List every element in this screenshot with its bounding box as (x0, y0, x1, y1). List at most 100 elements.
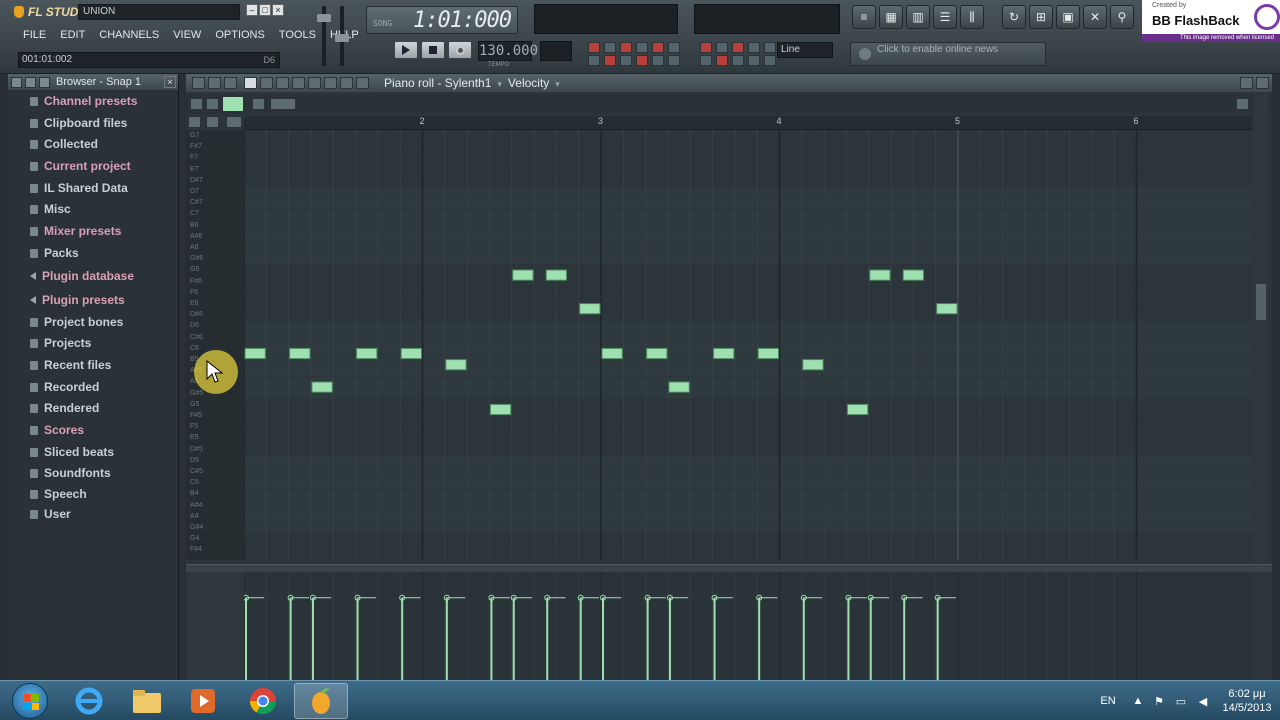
note-names-icon[interactable] (226, 116, 242, 128)
browser-item[interactable]: Speech (30, 485, 87, 503)
draw-tool-icon[interactable] (244, 77, 257, 89)
browser-item[interactable]: Packs (30, 244, 79, 262)
arrow-left-icon[interactable] (252, 98, 265, 110)
plugin-icon[interactable]: ⊞ (1029, 5, 1053, 29)
note[interactable] (869, 269, 891, 281)
play-button[interactable] (394, 41, 418, 59)
menu-options[interactable]: OPTIONS (208, 27, 272, 45)
media-player-taskbar-item[interactable] (176, 683, 230, 719)
option-icon[interactable] (732, 55, 744, 66)
option-icon[interactable] (588, 42, 600, 53)
online-news-panel[interactable]: Click to enable online news (850, 42, 1046, 66)
note-grid[interactable] (244, 130, 1252, 560)
browser-item[interactable]: Plugin presets (30, 291, 125, 309)
fl-studio-taskbar-item[interactable] (294, 683, 348, 719)
volume-icon[interactable]: ◀ (1192, 695, 1214, 708)
detach-icon[interactable] (1240, 77, 1253, 89)
note[interactable] (713, 347, 735, 360)
option-icon[interactable] (764, 42, 776, 53)
menu-view[interactable]: VIEW (166, 27, 208, 45)
note[interactable] (445, 359, 467, 371)
minimize-button[interactable]: – (246, 4, 258, 16)
keyboard-view-icon[interactable] (188, 116, 201, 128)
option-icon[interactable] (668, 42, 680, 53)
clock[interactable]: 6:02 μμ 14/5/2013 (1214, 687, 1280, 715)
snap-selector[interactable]: Line (777, 42, 833, 58)
note[interactable] (757, 347, 779, 360)
browser-menu-icon[interactable] (11, 76, 22, 88)
menu-tools[interactable]: TOOLS (272, 27, 323, 45)
magnet-icon[interactable] (208, 77, 221, 89)
note-grid-canvas[interactable] (244, 130, 1252, 560)
slice-tool-icon[interactable] (308, 77, 321, 89)
record-button[interactable] (448, 41, 472, 59)
browser-item[interactable]: User (30, 505, 71, 523)
option-icon[interactable] (700, 55, 712, 66)
master-pitch-fader[interactable] (335, 6, 349, 66)
browser-item[interactable]: Projects (30, 334, 91, 352)
note[interactable] (601, 347, 623, 360)
browser-item[interactable]: Misc (30, 200, 71, 218)
option-icon[interactable] (620, 55, 632, 66)
note[interactable] (579, 303, 601, 315)
note[interactable] (311, 381, 333, 393)
close-button[interactable]: × (272, 4, 284, 16)
option-icon[interactable] (620, 42, 632, 53)
note[interactable] (802, 359, 824, 371)
chrome-taskbar-item[interactable] (236, 683, 290, 719)
network-icon[interactable]: ▭ (1170, 695, 1192, 708)
tools-icon[interactable]: ✕ (1083, 5, 1107, 29)
step-sequencer-icon[interactable]: ▦ (879, 5, 903, 29)
option-icon[interactable] (668, 55, 680, 66)
option-icon[interactable] (716, 55, 728, 66)
menu-edit[interactable]: EDIT (53, 27, 92, 45)
velocity-pane[interactable] (244, 572, 1252, 680)
piano-keyboard[interactable]: G7 F#7 F7 E7 D#7 D7 C#7 C7 B6 A#6 A6 G#6 G6 F#6 F6 E6 D#… (186, 130, 244, 560)
browser-item[interactable]: IL Shared Data (30, 179, 128, 197)
tempo-display[interactable]: 130.000 (478, 41, 538, 61)
delete-tool-icon[interactable] (276, 77, 289, 89)
master-volume-fader[interactable] (317, 6, 331, 66)
option-icon[interactable] (652, 55, 664, 66)
pattern-selector[interactable] (540, 41, 572, 61)
option-icon[interactable] (604, 55, 616, 66)
close-icon[interactable]: × (164, 76, 176, 88)
scrollbar-thumb[interactable] (1256, 284, 1266, 320)
action-center-icon[interactable]: ⚑ (1148, 695, 1170, 708)
note[interactable] (289, 347, 311, 360)
browser-item[interactable]: Channel presets (30, 92, 137, 110)
maximize-button[interactable]: □ (259, 4, 271, 16)
browser-icon[interactable]: ☰ (933, 5, 957, 29)
browser-item[interactable]: Project bones (30, 313, 123, 331)
search-icon[interactable]: ⚲ (1110, 5, 1134, 29)
note[interactable] (668, 381, 690, 393)
note[interactable] (512, 269, 534, 281)
refresh-icon[interactable]: ↻ (1002, 5, 1026, 29)
internet-explorer-taskbar-item[interactable] (62, 683, 116, 719)
browser-item[interactable]: Soundfonts (30, 464, 111, 482)
paint-tool-icon[interactable] (260, 77, 273, 89)
browser-pin-icon[interactable] (25, 76, 36, 88)
browser-item[interactable]: Mixer presets (30, 222, 121, 240)
song-position-display[interactable]: SONG 1:01:000 (366, 6, 518, 34)
timeline-ruler[interactable]: 2 3 4 5 6 (244, 116, 1252, 130)
note[interactable] (545, 269, 568, 281)
disk-icon[interactable]: ▣ (1056, 5, 1080, 29)
note[interactable] (489, 403, 512, 416)
event-target-selector[interactable]: Velocity (508, 76, 549, 90)
option-icon[interactable] (748, 42, 760, 53)
mixer-icon[interactable]: ⫼ (960, 5, 984, 29)
note[interactable] (244, 347, 266, 360)
playlist-icon[interactable]: ≡ (852, 5, 876, 29)
browser-item[interactable]: Recent files (30, 356, 111, 374)
explorer-taskbar-item[interactable] (120, 683, 174, 719)
option-icon[interactable] (636, 42, 648, 53)
select-tool-icon[interactable] (324, 77, 337, 89)
playback-tool-icon[interactable] (356, 77, 369, 89)
fader-knob[interactable] (335, 34, 349, 42)
option-icon[interactable] (700, 42, 712, 53)
start-button[interactable] (12, 683, 48, 719)
browser-item[interactable]: Recorded (30, 378, 99, 396)
language-indicator[interactable]: EN (1088, 695, 1128, 707)
browser-item[interactable]: Sliced beats (30, 443, 114, 461)
